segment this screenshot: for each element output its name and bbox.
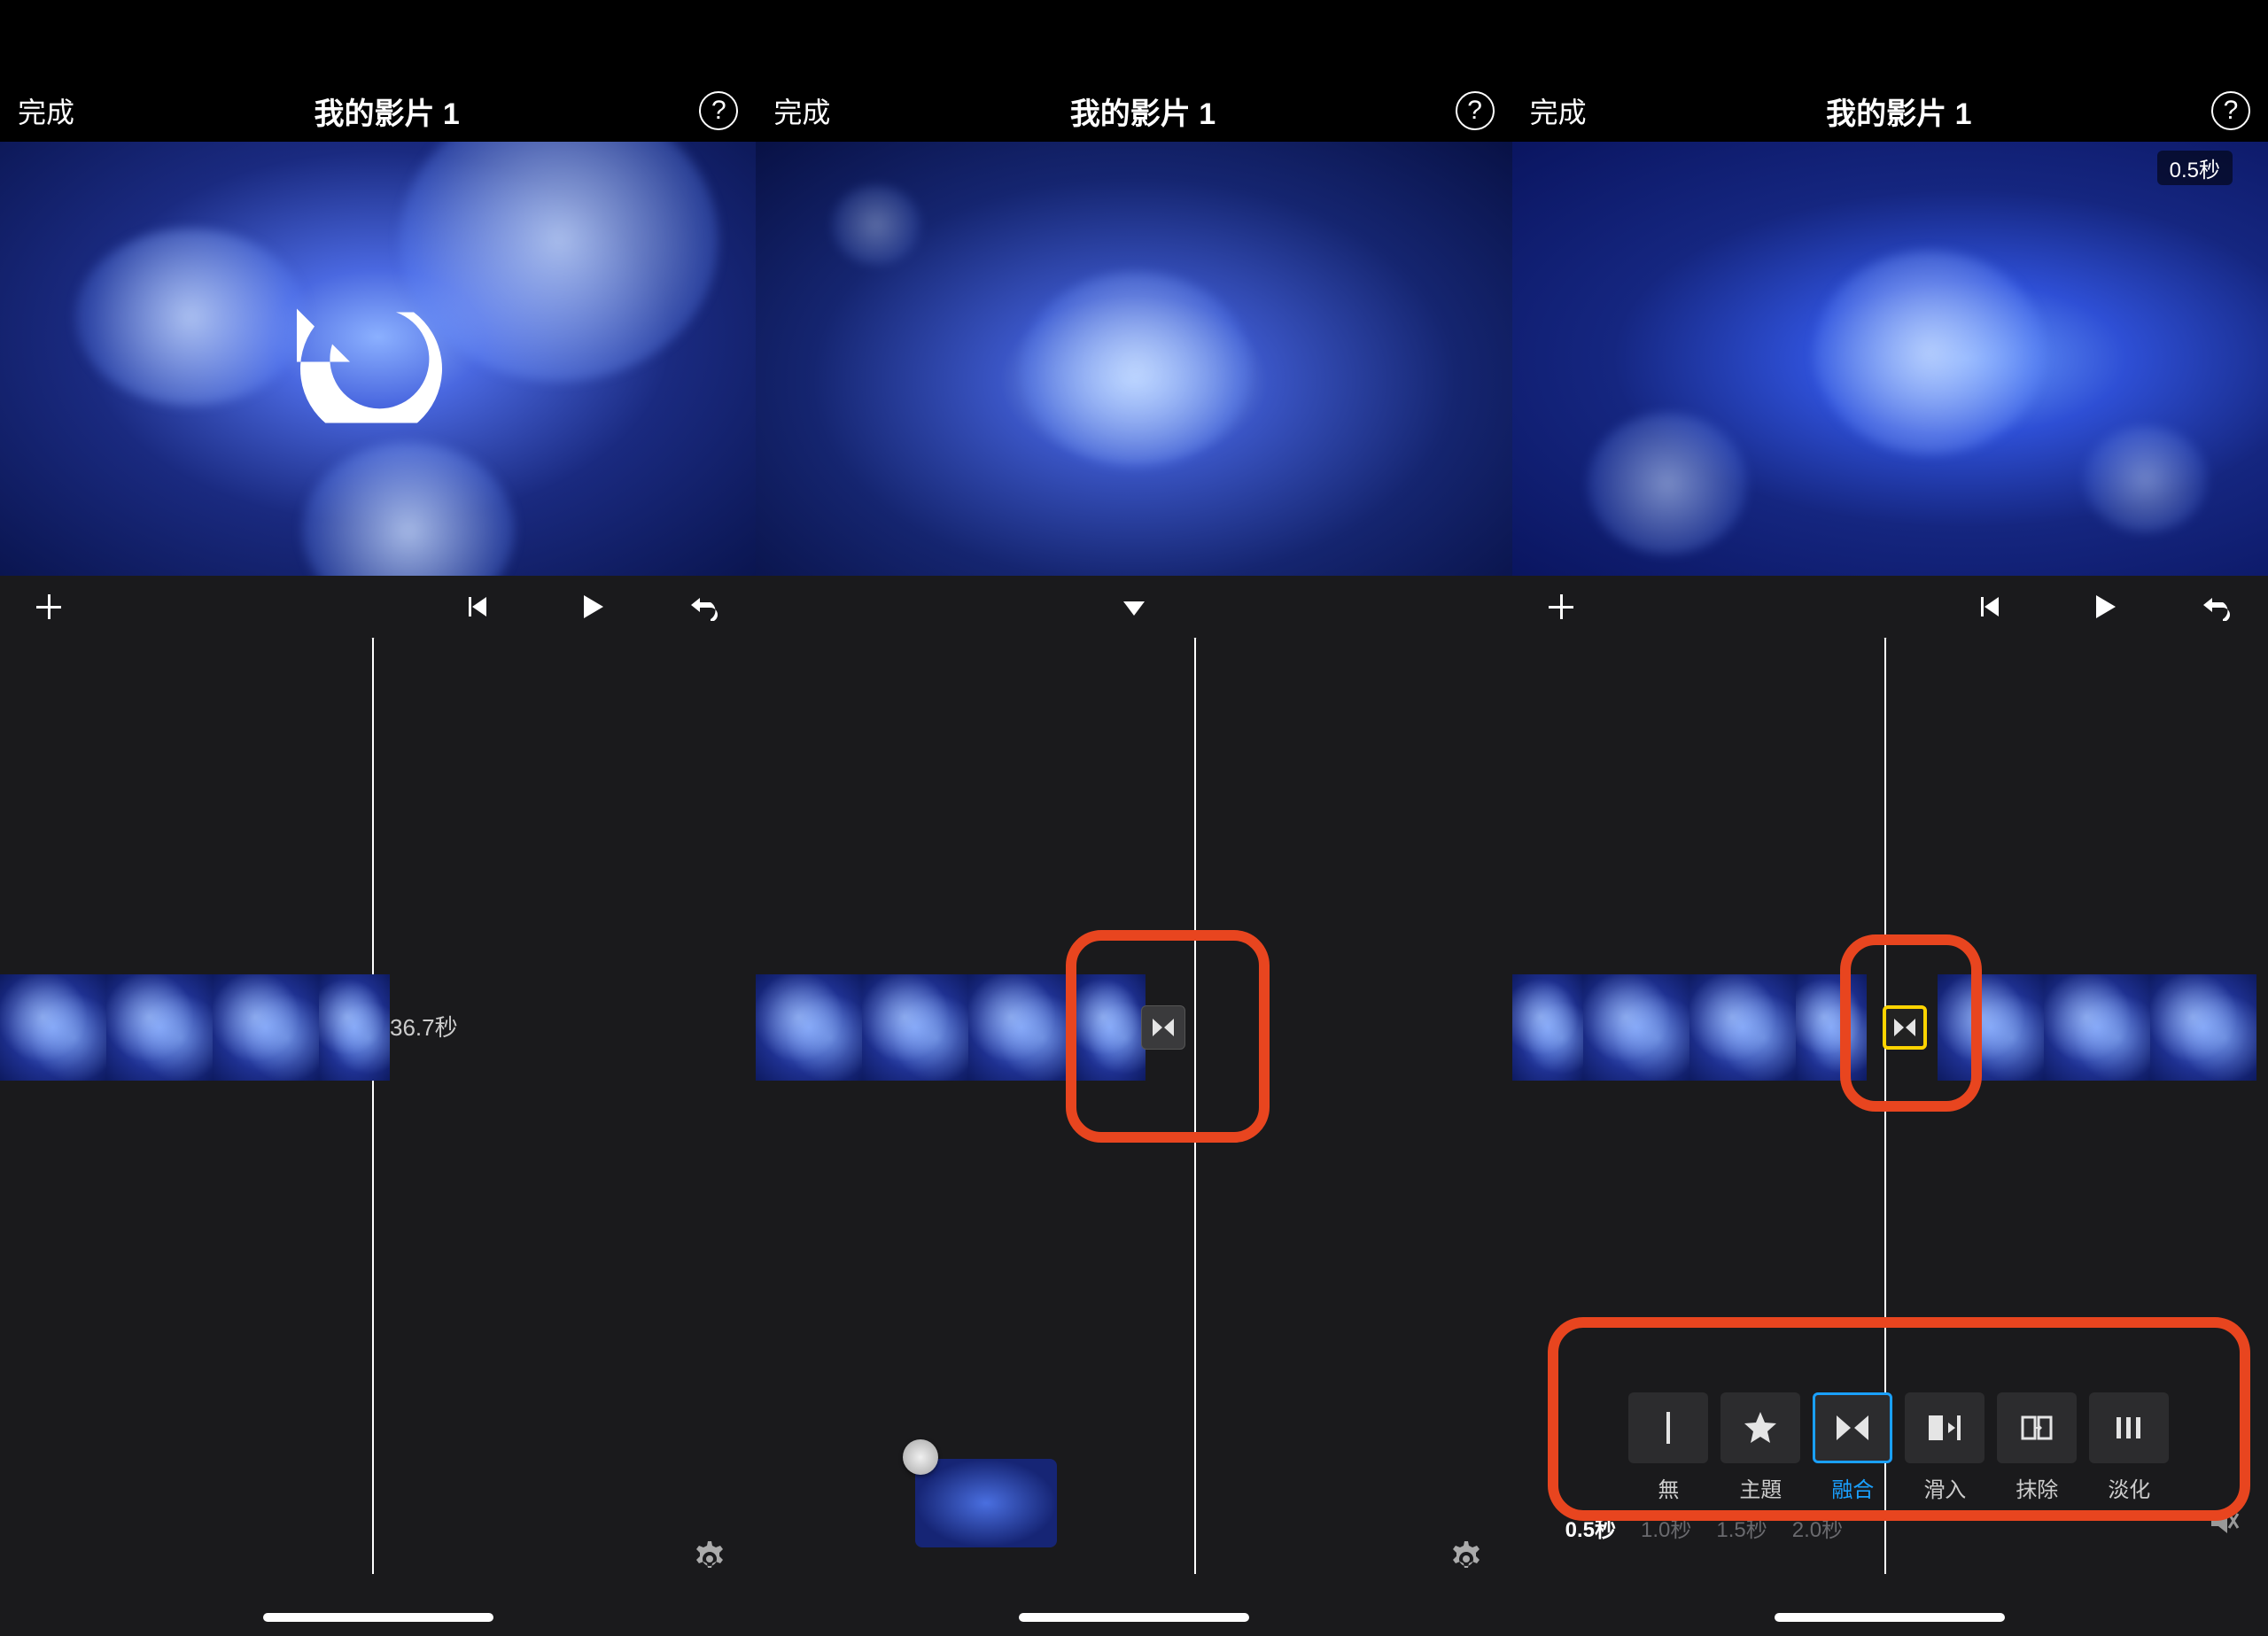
skip-start-button[interactable] [1967,585,2011,629]
help-button[interactable]: ? [699,91,738,130]
project-title: 我的影片 1 [1826,89,1971,133]
playhead[interactable] [372,638,374,1574]
preview-area[interactable] [0,142,756,576]
clip-thumb[interactable] [0,974,106,1081]
add-button[interactable] [1539,585,1583,629]
panel-1: 完成 我的影片 1 ? 36.7秒 [0,0,756,1636]
toolbar [1512,576,2268,638]
header: 完成 我的影片 1 ? [0,80,756,142]
transition-options: 無 主題 融合 滑入 抹除 淡化 [1557,1392,2241,1503]
skip-start-button[interactable] [454,585,499,629]
transition-fade[interactable]: 淡化 [2089,1392,2169,1503]
transition-slide[interactable]: 滑入 [1905,1392,1984,1503]
clip-thumb[interactable] [1583,974,1689,1081]
play-button[interactable] [570,585,614,629]
wipe-icon [1997,1392,2077,1463]
transition-icon[interactable] [1883,1005,1927,1050]
project-title: 我的影片 1 [314,89,459,133]
duration-option[interactable]: 1.5秒 [1716,1512,1767,1543]
clip-thumb[interactable] [2044,974,2150,1081]
clip-thumb[interactable] [968,974,1075,1081]
clip-thumb[interactable] [1075,974,1146,1081]
timeline: 50.1秒 無 主題 融 [1512,638,2268,1636]
mute-button[interactable] [2206,1503,2241,1543]
done-button[interactable]: 完成 [1530,90,1587,131]
clip-thumb[interactable] [319,974,390,1081]
clip-thumb[interactable] [213,974,319,1081]
clip-thumb[interactable] [1796,974,1867,1081]
clip-strip [0,974,390,1081]
none-icon [1628,1392,1708,1463]
add-button[interactable] [27,585,71,629]
timeline [756,638,1511,1636]
clip-thumb[interactable] [106,974,213,1081]
duration-badge: 0.5秒 [2157,151,2233,185]
home-indicator[interactable] [1019,1613,1249,1622]
transition-blend[interactable]: 融合 [1813,1392,1892,1503]
duration-option[interactable]: 2.0秒 [1792,1512,1843,1543]
panel-3: 完成 我的影片 1 ? 0.5秒 50.1秒 [1512,0,2268,1636]
preview-area[interactable]: 0.5秒 [1512,142,2268,576]
done-button[interactable]: 完成 [773,90,830,131]
toolbar [756,576,1511,638]
done-button[interactable]: 完成 [18,90,74,131]
duration-bar: 0.5秒 1.0秒 1.5秒 2.0秒 [1565,1512,1844,1543]
transition-none[interactable]: 無 [1628,1392,1708,1503]
duration-option[interactable]: 1.0秒 [1641,1512,1691,1543]
clip-thumb[interactable] [756,974,862,1081]
settings-button[interactable] [690,1539,729,1578]
blend-icon [1813,1392,1892,1463]
header: 完成 我的影片 1 ? [756,80,1511,142]
clip-strip [1938,974,2256,1081]
clip-thumb[interactable] [862,974,968,1081]
clip-thumb[interactable] [1512,974,1583,1081]
undo-icon[interactable] [290,291,467,428]
transition-icon[interactable] [1141,1005,1185,1050]
transition-theme[interactable]: 主題 [1720,1392,1800,1503]
clip-strip [756,974,1146,1081]
time-label: 36.7秒 [390,1010,458,1043]
playhead[interactable] [1194,638,1196,1574]
transition-wipe[interactable]: 抹除 [1997,1392,2077,1503]
toolbar [0,576,756,638]
play-button[interactable] [2082,585,2126,629]
undo-button[interactable] [2197,585,2241,629]
clip-thumb[interactable] [2150,974,2256,1081]
header: 完成 我的影片 1 ? [1512,80,2268,142]
help-button[interactable]: ? [1456,91,1495,130]
project-title: 我的影片 1 [1070,89,1216,133]
panel-2: 完成 我的影片 1 ? [756,0,1511,1636]
star-icon [1720,1392,1800,1463]
slide-icon [1905,1392,1984,1463]
clip-thumb[interactable] [1938,974,2044,1081]
clip-thumb[interactable] [1689,974,1796,1081]
duration-option[interactable]: 0.5秒 [1565,1512,1616,1543]
clip-strip [1512,974,1867,1081]
home-indicator[interactable] [1775,1613,2005,1622]
preview-area[interactable] [756,142,1511,576]
timeline: 36.7秒 [0,638,756,1636]
fade-icon [2089,1392,2169,1463]
settings-button[interactable] [1447,1539,1486,1578]
home-indicator[interactable] [263,1613,493,1622]
help-button[interactable]: ? [2211,91,2250,130]
undo-button[interactable] [685,585,729,629]
